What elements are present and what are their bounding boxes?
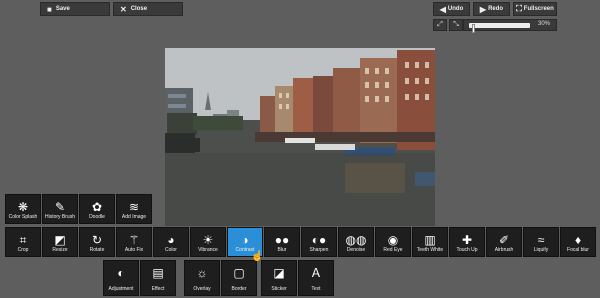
tool-adjustment[interactable]: ◐ Adjustment xyxy=(103,260,139,296)
tool-focal-blur[interactable]: ♦ Focal blur xyxy=(560,227,596,257)
redo-button[interactable]: ▶ Redo xyxy=(473,2,510,16)
tool-doodle[interactable]: ✿ Doodle xyxy=(79,194,115,224)
zoom-actual-button[interactable]: ⤡ xyxy=(449,19,463,31)
teeth-white-icon: ▥ xyxy=(424,233,436,247)
tool-text[interactable]: Ａ Text xyxy=(298,260,334,296)
tool-resize[interactable]: ◩ Resize xyxy=(42,227,78,257)
tool-auto-fix[interactable]: ⚚ Auto Fix xyxy=(116,227,152,257)
red-eye-icon: ◉ xyxy=(387,233,399,247)
doodle-icon: ✿ xyxy=(91,200,103,214)
undo-label: Undo xyxy=(447,6,464,12)
save-button[interactable]: ■ Save xyxy=(40,2,110,16)
redo-arrow-icon: ▶ xyxy=(479,4,487,14)
add-image-icon: ≋ xyxy=(128,200,140,214)
overlay-icon: ☼ xyxy=(196,266,208,280)
fullscreen-icon: ⛶ xyxy=(516,4,522,13)
zoom-actual-icon: ⤡ xyxy=(453,21,459,28)
close-label: Close xyxy=(130,6,148,12)
tool-airbrush[interactable]: ✐ Airbrush xyxy=(486,227,522,257)
close-button[interactable]: ✕ Close xyxy=(113,2,183,16)
crop-icon: ⌗ xyxy=(19,233,27,247)
blur-icon: ●● xyxy=(274,233,290,247)
color-splash-icon: ❋ xyxy=(17,200,29,214)
resize-icon: ◩ xyxy=(54,233,66,247)
history-brush-icon: ✎ xyxy=(54,200,66,214)
zoom-slider[interactable] xyxy=(469,23,530,33)
denoise-icon: ◍◍ xyxy=(345,233,367,247)
touch-up-icon: ✚ xyxy=(461,233,473,247)
tool-liquify[interactable]: ≈ Liquify xyxy=(523,227,559,257)
close-icon: ✕ xyxy=(120,4,127,14)
hand-cursor-icon: ☝ xyxy=(251,251,264,262)
contrast-icon: ◑ xyxy=(241,233,249,247)
canvas-photo xyxy=(165,48,435,226)
tool-vibrance[interactable]: ☀ Vibrance xyxy=(190,227,226,257)
tool-sharpen[interactable]: ◐● Sharpen xyxy=(301,227,337,257)
tool-touch-up[interactable]: ✚ Touch Up xyxy=(449,227,485,257)
image-canvas[interactable] xyxy=(165,48,435,226)
undo-arrow-icon: ◀ xyxy=(439,4,446,14)
zoom-control: 30% xyxy=(463,19,557,33)
tool-sticker[interactable]: ◪ Sticker xyxy=(261,260,297,296)
adjustment-icon: ◐ xyxy=(117,266,125,280)
auto-fix-icon: ⚚ xyxy=(128,233,140,247)
tool-crop[interactable]: ⌗ Crop xyxy=(5,227,41,257)
zoom-value: 30% xyxy=(537,21,550,27)
airbrush-icon: ✐ xyxy=(498,233,510,247)
redo-label: Redo xyxy=(488,6,504,12)
tool-add-image[interactable]: ≋ Add Image xyxy=(116,194,152,224)
tool-effect[interactable]: ▤ Effect xyxy=(140,260,176,296)
tool-overlay[interactable]: ☼ Overlay xyxy=(184,260,220,296)
sticker-icon: ◪ xyxy=(273,266,285,280)
color-palette-icon: ◕ xyxy=(167,233,175,247)
effect-icon: ▤ xyxy=(152,266,164,280)
fullscreen-button[interactable]: ⛶ Fullscreen xyxy=(513,2,557,16)
fullscreen-label: Fullscreen xyxy=(523,6,554,12)
zoom-fit-icon: ⤢ xyxy=(437,21,443,28)
tool-denoise[interactable]: ◍◍ Denoise xyxy=(338,227,374,257)
save-label: Save xyxy=(55,6,70,12)
tool-blur[interactable]: ●● Blur xyxy=(264,227,300,257)
liquify-icon: ≈ xyxy=(537,233,545,247)
rotate-icon: ↻ xyxy=(91,233,103,247)
focal-blur-icon: ♦ xyxy=(574,233,582,247)
save-icon: ■ xyxy=(47,4,52,14)
undo-button[interactable]: ◀ Undo xyxy=(433,2,470,16)
tool-border[interactable]: ▢ Border xyxy=(221,260,257,296)
zoom-fit-button[interactable]: ⤢ xyxy=(433,19,447,31)
vibrance-icon: ☀ xyxy=(202,233,214,247)
border-icon: ▢ xyxy=(233,266,245,280)
tool-teeth-white[interactable]: ▥ Teeth White xyxy=(412,227,448,257)
text-icon: Ａ xyxy=(309,266,322,280)
sharpen-icon: ◐● xyxy=(311,233,327,247)
tool-color-splash[interactable]: ❋ Color Splash xyxy=(5,194,41,224)
tool-red-eye[interactable]: ◉ Red Eye xyxy=(375,227,411,257)
zoom-slider-handle[interactable] xyxy=(471,24,475,33)
tool-color[interactable]: ◕ Color xyxy=(153,227,189,257)
tool-rotate[interactable]: ↻ Rotate xyxy=(79,227,115,257)
tool-history-brush[interactable]: ✎ History Brush xyxy=(42,194,78,224)
